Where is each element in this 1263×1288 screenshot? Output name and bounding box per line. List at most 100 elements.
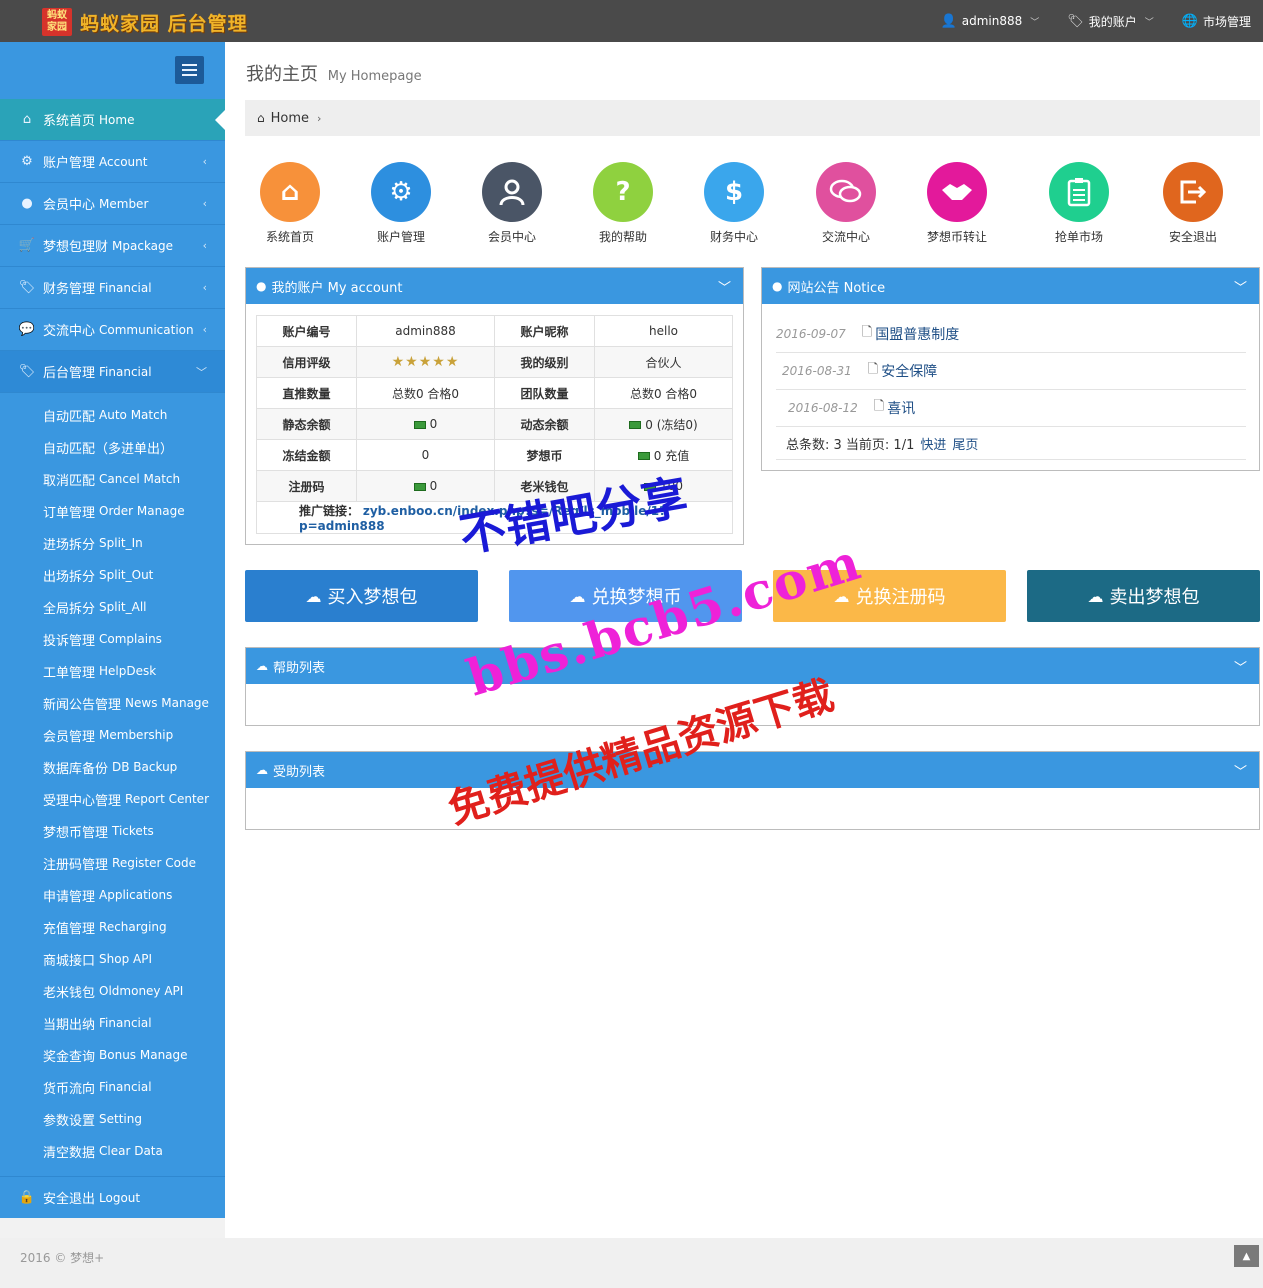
submenu-item[interactable]: 自动匹配 Auto Match xyxy=(0,399,225,431)
quick-links: ⌂ 系统首页 ⚙ 账户管理 会员中心 ? 我的帮助 $ 财务中心 交流中心 梦想… xyxy=(245,162,1260,248)
chevron-down-icon: ﹀ xyxy=(1144,17,1154,28)
submenu-item[interactable]: 自动匹配（多进单出） xyxy=(0,431,225,463)
pagination-last[interactable]: 尾页 xyxy=(952,434,978,453)
sidebar-item-member[interactable]: ● 会员中心 Member ‹ xyxy=(0,183,225,225)
list-item[interactable]: 2016-08-12 🗋 喜讯 xyxy=(776,390,1246,427)
footer: 2016 © 梦想+ ▲ xyxy=(0,1238,1263,1288)
receive-list-header[interactable]: ☁ 受助列表 ﹀ xyxy=(246,752,1259,788)
cloud-upload-icon: ☁ xyxy=(833,586,850,606)
submenu-item[interactable]: 参数设置 Setting xyxy=(0,1103,225,1135)
exchange-register-code-button[interactable]: ☁ 兑换注册码 xyxy=(773,570,1006,622)
submenu-item[interactable]: 充值管理 Recharging xyxy=(0,911,225,943)
list-item[interactable]: 2016-09-07 🗋 国盟普惠制度 xyxy=(776,316,1246,353)
table-cell: 账户编号 xyxy=(256,315,357,347)
submenu-item[interactable]: 受理中心管理 Report Center xyxy=(0,783,225,815)
submenu-item-label-en: Bonus Manage xyxy=(99,1048,188,1062)
sidebar-item-label-en: Communication xyxy=(99,322,194,337)
submenu-item[interactable]: 全局拆分 Split_All xyxy=(0,591,225,623)
dream-coin-value[interactable]: 0 充值 xyxy=(654,449,689,463)
table-row: 信用评级 ★★★★★ 我的级别 合伙人 xyxy=(256,346,733,378)
chevron-down-icon: ﹀ xyxy=(1030,17,1040,28)
table-cell: 0 xyxy=(356,470,495,502)
submenu-item[interactable]: 进场拆分 Split_In xyxy=(0,527,225,559)
submenu-item[interactable]: 老米钱包 Oldmoney API xyxy=(0,975,225,1007)
submenu-item-label: 参数设置 xyxy=(43,1113,96,1129)
quick-link-finance[interactable]: $ 财务中心 xyxy=(689,162,779,245)
table-row: 账户编号 admin888 账户昵称 hello xyxy=(256,315,733,347)
sidebar-toggle-button[interactable] xyxy=(175,56,204,84)
submenu-item[interactable]: 投诉管理 Complains xyxy=(0,623,225,655)
scroll-top-button[interactable]: ▲ xyxy=(1234,1245,1259,1267)
submenu-item[interactable]: 清空数据 Clear Data xyxy=(0,1135,225,1167)
chevron-left-icon: ‹ xyxy=(202,281,207,294)
chevron-down-icon[interactable]: ﹀ xyxy=(1234,277,1247,296)
chevron-down-icon[interactable]: ﹀ xyxy=(718,277,731,296)
notice-title[interactable]: 安全保障 xyxy=(881,361,937,381)
quick-link-transfer[interactable]: 梦想币转让 xyxy=(912,162,1002,245)
list-item[interactable]: 2016-08-31 🗋 安全保障 xyxy=(776,353,1246,390)
table-cell: hello xyxy=(594,315,733,347)
exchange-coin-button[interactable]: ☁ 兑换梦想币 xyxy=(509,570,742,622)
notice-list: 2016-09-07 🗋 国盟普惠制度 2016-08-31 🗋 安全保障 20… xyxy=(776,316,1246,460)
buy-package-button[interactable]: ☁ 买入梦想包 xyxy=(245,570,478,622)
sidebar-item-admin[interactable]: 🏷 后台管理 Financial ﹀ xyxy=(0,351,225,393)
submenu-item[interactable]: 出场拆分 Split_Out xyxy=(0,559,225,591)
help-list-title: 帮助列表 xyxy=(273,660,326,676)
help-list-header[interactable]: ☁ 帮助列表 ﹀ xyxy=(246,648,1259,684)
submenu-item-label-en: Recharging xyxy=(99,920,167,934)
table-cell: 总数0 合格0 xyxy=(594,377,733,409)
quick-link-market[interactable]: 抢单市场 xyxy=(1034,162,1124,245)
quick-link-logout[interactable]: 安全退出 xyxy=(1148,162,1238,245)
submenu-item-label: 进场拆分 xyxy=(43,537,96,553)
submenu-item[interactable]: 当期出纳 Financial xyxy=(0,1007,225,1039)
submenu-item-label: 受理中心管理 xyxy=(43,793,122,809)
pagination-summary: 总条数: 3 当前页: 1/1 xyxy=(786,437,915,453)
submenu-item[interactable]: 申请管理 Applications xyxy=(0,879,225,911)
quick-link-home[interactable]: ⌂ 系统首页 xyxy=(245,162,335,245)
action-label: 买入梦想包 xyxy=(327,587,418,608)
user-menu[interactable]: 👤 admin888 ﹀ xyxy=(941,14,1040,29)
notice-title[interactable]: 喜讯 xyxy=(887,398,915,418)
submenu-item[interactable]: 会员管理 Membership xyxy=(0,719,225,751)
submenu-item[interactable]: 订单管理 Order Manage xyxy=(0,495,225,527)
logo[interactable]: 蚂蚁 家园 蚂蚁家园 后台管理 xyxy=(42,8,248,36)
submenu-item[interactable]: 数据库备份 DB Backup xyxy=(0,751,225,783)
submenu-item[interactable]: 货币流向 Financial xyxy=(0,1071,225,1103)
notice-panel-header[interactable]: ● 网站公告 Notice ﹀ xyxy=(762,268,1259,304)
submenu-item[interactable]: 注册码管理 Register Code xyxy=(0,847,225,879)
sell-package-button[interactable]: ☁ 卖出梦想包 xyxy=(1027,570,1260,622)
submenu-item[interactable]: 奖金查询 Bonus Manage xyxy=(0,1039,225,1071)
sidebar-item-label-en: Financial xyxy=(99,364,152,379)
submenu-item[interactable]: 梦想币管理 Tickets xyxy=(0,815,225,847)
quick-link-account[interactable]: ⚙ 账户管理 xyxy=(356,162,446,245)
sidebar-item-financial[interactable]: 🏷 财务管理 Financial ‹ xyxy=(0,267,225,309)
sidebar-item-mpackage[interactable]: 🛒 梦想包理财 Mpackage ‹ xyxy=(0,225,225,267)
table-cell: 梦想币 xyxy=(494,439,595,471)
submenu-item-label: 梦想币管理 xyxy=(43,825,109,841)
account-panel-header[interactable]: ● 我的账户 My account ﹀ xyxy=(246,268,743,304)
sidebar-item-home[interactable]: ⌂ 系统首页 Home xyxy=(0,99,225,141)
chevron-down-icon[interactable]: ﹀ xyxy=(1234,657,1247,676)
submenu-item[interactable]: 取消匹配 Cancel Match xyxy=(0,463,225,495)
breadcrumb-home[interactable]: Home xyxy=(271,111,309,126)
sidebar-item-communication[interactable]: 💬 交流中心 Communication ‹ xyxy=(0,309,225,351)
my-account-menu[interactable]: 🏷 我的账户 ﹀ xyxy=(1067,13,1154,30)
quick-link-label: 账户管理 xyxy=(376,230,425,244)
sidebar-item-logout[interactable]: 🔒 安全退出 Logout xyxy=(0,1176,225,1218)
table-cell: 老米钱包 xyxy=(494,470,595,502)
notice-title[interactable]: 国盟普惠制度 xyxy=(875,324,959,344)
submenu-item[interactable]: 新闻公告管理 News Manage xyxy=(0,687,225,719)
pagination-next[interactable]: 快进 xyxy=(920,434,946,453)
chevron-left-icon: ‹ xyxy=(202,155,207,168)
quick-link-communication[interactable]: 交流中心 xyxy=(801,162,891,245)
market-menu[interactable]: 🌐 市场管理 xyxy=(1182,13,1251,30)
money-icon xyxy=(629,421,642,429)
sidebar-item-account[interactable]: ⚙ 账户管理 Account ‹ xyxy=(0,141,225,183)
chevron-down-icon[interactable]: ﹀ xyxy=(1234,761,1247,780)
submenu-item[interactable]: 工单管理 HelpDesk xyxy=(0,655,225,687)
submenu-item-label-en: Membership xyxy=(99,728,174,742)
logo-badge: 蚂蚁 家园 xyxy=(42,8,72,36)
quick-link-help[interactable]: ? 我的帮助 xyxy=(578,162,668,245)
submenu-item[interactable]: 商城接口 Shop API xyxy=(0,943,225,975)
quick-link-member[interactable]: 会员中心 xyxy=(467,162,557,245)
